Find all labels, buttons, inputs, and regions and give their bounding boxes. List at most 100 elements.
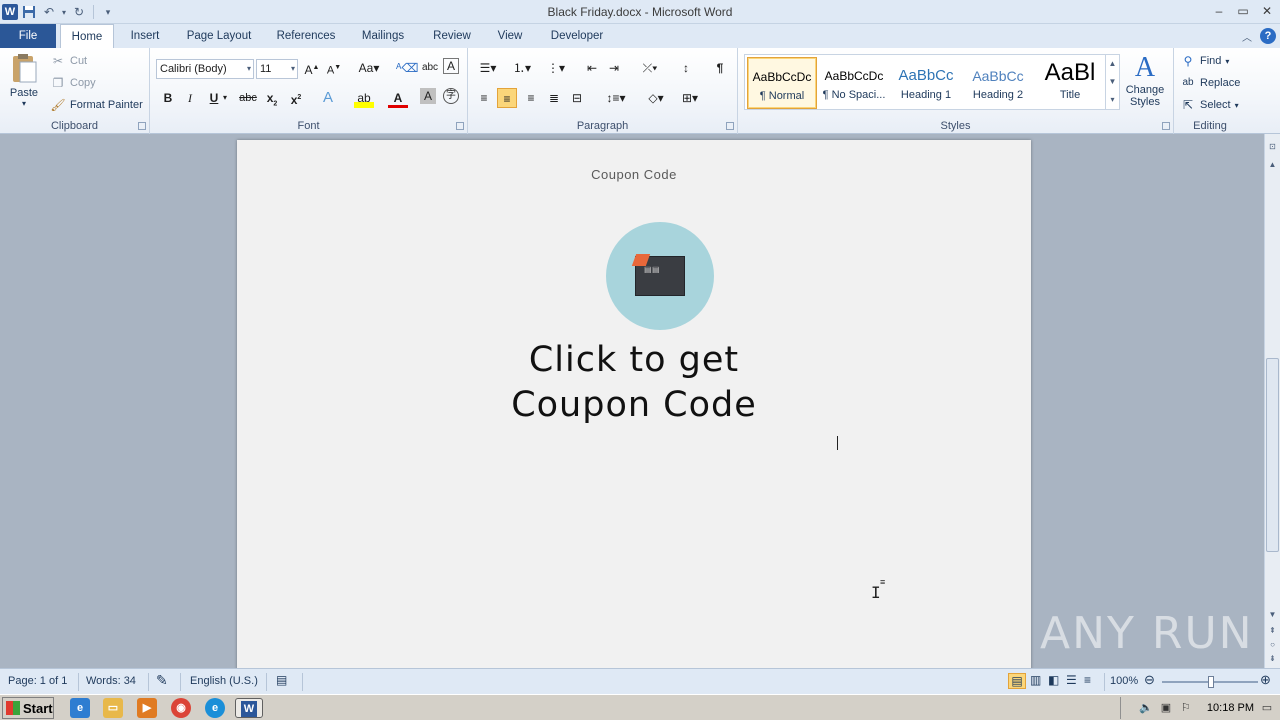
document-area[interactable]: Coupon Code ▤▤ Click to get Coupon Code … — [0, 134, 1264, 668]
page-count[interactable]: Page: 1 of 1 — [8, 675, 67, 687]
select-button[interactable]: ⇱ Select ▾ — [1180, 96, 1239, 114]
zoom-slider-thumb[interactable] — [1208, 676, 1214, 688]
proofing-icon[interactable]: ✎ — [156, 672, 168, 689]
bullets-icon[interactable]: ☰▾ — [474, 58, 502, 78]
next-page-icon[interactable]: ⇟ — [1265, 652, 1280, 666]
outline-icon[interactable]: ☰ — [1066, 673, 1077, 687]
find-button[interactable]: ⚲ Find ▾ — [1180, 52, 1230, 70]
full-screen-reading-icon[interactable]: ▥ — [1030, 673, 1041, 687]
borders-icon[interactable]: ⊞▾ — [676, 88, 704, 108]
decrease-indent-icon[interactable]: ⇤ — [582, 58, 602, 78]
clear-formatting-icon[interactable]: ᴬ⌫ — [396, 58, 418, 78]
network-icon[interactable]: ▣ — [1159, 701, 1173, 715]
format-painter-button[interactable]: 🖌 Format Painter — [50, 96, 142, 114]
justify-icon[interactable]: ≣ — [544, 88, 564, 108]
web-layout-icon[interactable]: ◧ — [1048, 673, 1059, 687]
speaker-icon[interactable]: 🔈 — [1139, 701, 1153, 715]
coupon-link-text[interactable]: Click to get Coupon Code — [237, 338, 1031, 428]
help-icon[interactable]: ? — [1260, 28, 1276, 44]
clock[interactable]: 10:18 PM — [1207, 702, 1254, 714]
copy-button[interactable]: ❐ Copy — [50, 74, 96, 92]
zoom-out-icon[interactable]: ⊖ — [1144, 672, 1155, 688]
distributed-icon[interactable]: ⊟ — [567, 88, 587, 108]
minimize-icon[interactable]: – — [1210, 2, 1228, 20]
change-styles-button[interactable]: A Change Styles — [1122, 52, 1168, 108]
phonetic-guide-icon[interactable]: abc — [420, 58, 440, 78]
scroll-down-icon[interactable]: ▼ — [1265, 608, 1280, 622]
action-center-flag-icon[interactable]: ⚐ — [1179, 701, 1193, 715]
tab-home[interactable]: Home — [60, 24, 114, 49]
chrome-icon[interactable]: ◉ — [171, 698, 191, 718]
shrink-font-icon[interactable]: A▼ — [324, 58, 344, 78]
character-border-icon[interactable]: A — [443, 58, 459, 74]
language-indicator[interactable]: English (U.S.) — [190, 675, 258, 687]
start-button[interactable]: Start — [2, 697, 54, 719]
clipboard-launcher-icon[interactable] — [138, 122, 146, 130]
style-heading-1[interactable]: AaBbCc Heading 1 — [891, 57, 961, 109]
coupon-badge-image[interactable]: ▤▤ — [606, 222, 714, 330]
scroll-thumb[interactable] — [1266, 358, 1279, 552]
ruler-toggle-icon[interactable]: ⊡ — [1265, 140, 1280, 154]
font-family-select[interactable]: Calibri (Body) ▾ — [156, 59, 254, 79]
tab-mailings[interactable]: Mailings — [354, 24, 412, 48]
tab-insert[interactable]: Insert — [122, 24, 168, 48]
character-shading-icon[interactable]: A — [420, 88, 436, 104]
cut-button[interactable]: ✂ Cut — [50, 52, 87, 70]
numbering-icon[interactable]: ⒈▾ — [508, 58, 536, 78]
style-title[interactable]: AaBl Title — [1035, 57, 1105, 109]
close-icon[interactable]: ✕ — [1258, 2, 1276, 20]
chevron-down-icon[interactable]: ▼ — [1106, 73, 1119, 91]
show-desktop-icon[interactable]: ▭ — [1260, 701, 1274, 715]
tab-developer[interactable]: Developer — [544, 24, 610, 48]
edge-icon[interactable]: e — [205, 698, 225, 718]
line-spacing-icon[interactable]: ↕≡▾ — [602, 88, 630, 108]
font-launcher-icon[interactable] — [456, 122, 464, 130]
change-case-icon[interactable]: Aa▾ — [356, 58, 382, 78]
file-explorer-icon[interactable]: ▭ — [103, 698, 123, 718]
word-count[interactable]: Words: 34 — [86, 675, 136, 687]
tab-file[interactable]: File — [0, 24, 56, 48]
print-layout-icon[interactable]: ▤ — [1008, 673, 1026, 689]
vertical-scrollbar[interactable]: ⊡ ▲ ▼ ⇞ ○ ⇟ — [1264, 134, 1280, 668]
zoom-in-icon[interactable]: ⊕ — [1260, 672, 1271, 688]
text-effects-icon[interactable]: A — [318, 88, 338, 108]
macro-recording-icon[interactable]: ▤ — [276, 673, 287, 687]
tab-review[interactable]: Review — [426, 24, 478, 48]
restore-icon[interactable]: ▭ — [1234, 2, 1252, 20]
highlight-icon[interactable]: ab — [354, 88, 374, 108]
grow-font-icon[interactable]: A▲ — [302, 58, 322, 78]
bold-icon[interactable]: B — [158, 88, 178, 108]
gallery-more-icon[interactable]: ▾ — [1106, 91, 1119, 109]
increase-indent-icon[interactable]: ⇥ — [604, 58, 624, 78]
replace-button[interactable]: ab Replace — [1180, 74, 1240, 92]
align-center-icon[interactable]: ≡ — [497, 88, 517, 108]
subscript-icon[interactable]: x2 — [262, 88, 282, 108]
scroll-up-icon[interactable]: ▲ — [1265, 158, 1280, 172]
minimize-ribbon-icon[interactable]: ︿ — [1242, 29, 1252, 44]
select-browse-object-icon[interactable]: ○ — [1265, 638, 1280, 652]
tab-references[interactable]: References — [270, 24, 342, 48]
multilevel-list-icon[interactable]: ⋮▾ — [542, 58, 570, 78]
font-size-select[interactable]: 11 ▾ — [256, 59, 298, 79]
word-taskbar-button[interactable]: W — [235, 698, 263, 718]
tab-page-layout[interactable]: Page Layout — [180, 24, 258, 48]
tab-view[interactable]: View — [490, 24, 530, 48]
shading-icon[interactable]: ◇▾ — [642, 88, 670, 108]
paste-button[interactable]: Paste ▾ — [6, 52, 42, 108]
gallery-scrollbar[interactable]: ▲ ▼ ▾ — [1105, 55, 1119, 109]
internet-explorer-icon[interactable]: e — [70, 698, 90, 718]
previous-page-icon[interactable]: ⇞ — [1265, 624, 1280, 638]
font-color-icon[interactable]: A — [388, 88, 408, 108]
paragraph-launcher-icon[interactable] — [726, 122, 734, 130]
media-player-icon[interactable]: ▶ — [137, 698, 157, 718]
document-page[interactable]: Coupon Code ▤▤ Click to get Coupon Code … — [237, 140, 1031, 668]
style-normal[interactable]: AaBbCcDc ¶ Normal — [747, 57, 817, 109]
draft-icon[interactable]: ≡ — [1084, 673, 1091, 687]
style-no-spacing[interactable]: AaBbCcDc ¶ No Spaci... — [819, 57, 889, 109]
style-heading-2[interactable]: AaBbCc Heading 2 — [963, 57, 1033, 109]
italic-icon[interactable]: I — [180, 88, 200, 108]
styles-launcher-icon[interactable] — [1162, 122, 1170, 130]
enclose-characters-icon[interactable]: 字 — [443, 88, 459, 104]
zoom-level[interactable]: 100% — [1110, 675, 1138, 687]
strikethrough-icon[interactable]: abc — [238, 88, 258, 108]
